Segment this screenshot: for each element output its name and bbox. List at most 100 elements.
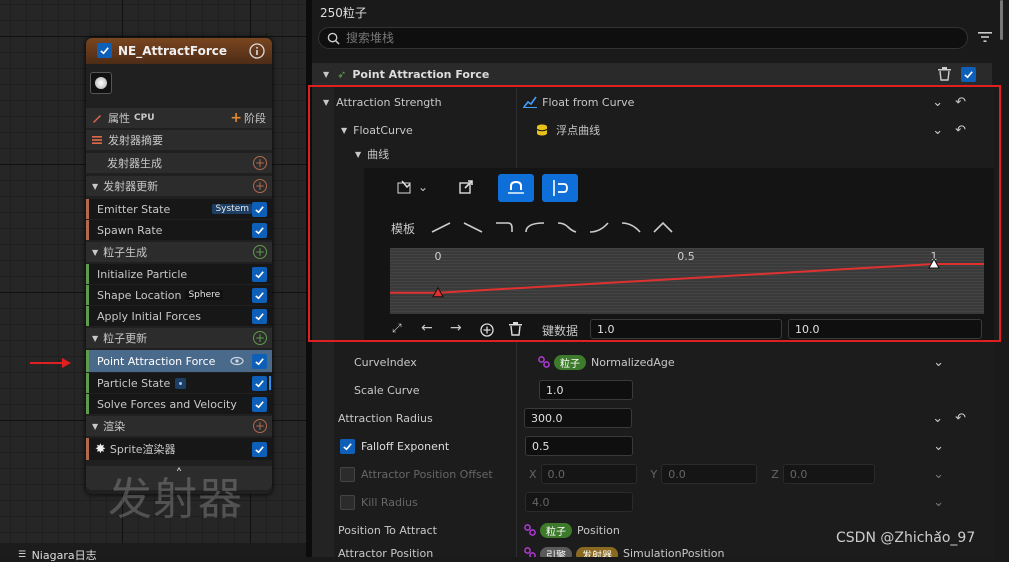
properties-label[interactable]: 属性 bbox=[103, 110, 130, 126]
attractor-offset-checkbox[interactable] bbox=[340, 466, 355, 482]
module-enable-checkbox[interactable] bbox=[252, 308, 267, 324]
collapse-arrow-icon[interactable]: ▼ bbox=[323, 70, 329, 79]
offset-y-field[interactable]: 0.0 bbox=[661, 464, 758, 484]
eye-icon[interactable] bbox=[230, 356, 244, 366]
panel-scrollbar[interactable] bbox=[1000, 0, 1003, 40]
stack-search-box[interactable] bbox=[318, 27, 968, 49]
emitter-enable-checkbox[interactable] bbox=[97, 43, 112, 58]
chevron-down-icon[interactable]: ⌄ bbox=[933, 467, 944, 482]
delete-key-icon[interactable] bbox=[509, 322, 522, 336]
sprite-renderer[interactable]: Sprite渲染器 bbox=[106, 441, 252, 457]
section-particle-update[interactable]: 粒子更新 bbox=[98, 330, 253, 346]
search-input[interactable] bbox=[346, 31, 946, 45]
position-to-attract-value[interactable]: Position bbox=[577, 524, 620, 537]
chevron-down-icon[interactable]: ⌄ bbox=[933, 495, 944, 510]
key-data-label: 键数据 bbox=[542, 324, 579, 338]
add-key-icon[interactable] bbox=[480, 323, 494, 337]
module-enable-checkbox[interactable] bbox=[961, 66, 976, 82]
chevron-down-icon[interactable]: ⌄ bbox=[933, 355, 944, 370]
curve-index-value[interactable]: NormalizedAge bbox=[591, 356, 675, 369]
dynamic-input-value[interactable]: Float from Curve bbox=[542, 96, 634, 109]
add-module-icon[interactable]: + bbox=[253, 331, 267, 345]
attractor-position-value[interactable]: SimulationPosition bbox=[623, 547, 724, 557]
module-enable-checkbox[interactable] bbox=[252, 375, 267, 391]
module-shape-location[interactable]: Shape Location bbox=[89, 289, 181, 302]
module-initialize-particle[interactable]: Initialize Particle bbox=[89, 268, 252, 281]
reset-icon[interactable]: ↶ bbox=[955, 95, 966, 110]
chevron-down-icon[interactable]: ⌄ bbox=[932, 123, 943, 138]
collapse-arrow-icon[interactable]: ▼ bbox=[341, 126, 347, 135]
collapse-arrow-icon[interactable]: ▼ bbox=[86, 248, 98, 257]
curve-templates[interactable] bbox=[430, 220, 680, 234]
module-apply-initial-forces[interactable]: Apply Initial Forces bbox=[89, 310, 252, 323]
tangent-dropdown[interactable]: ⌄ bbox=[396, 174, 446, 200]
key-value-field[interactable]: 10.0 bbox=[788, 319, 982, 339]
add-module-icon[interactable]: + bbox=[253, 245, 267, 259]
reset-icon[interactable]: ↶ bbox=[955, 123, 966, 138]
section-particle-spawn[interactable]: 粒子生成 bbox=[98, 244, 253, 260]
module-enable-checkbox[interactable] bbox=[252, 222, 267, 238]
list-icon: ☰ bbox=[18, 550, 27, 560]
section-emitter-update[interactable]: 发射器更新 bbox=[98, 178, 253, 194]
section-emitter-spawn[interactable]: 发射器生成 bbox=[86, 155, 253, 171]
falloff-exponent-checkbox[interactable] bbox=[340, 438, 355, 454]
key-time-field[interactable]: 1.0 bbox=[590, 319, 782, 339]
emitter-summary[interactable]: 发射器摘要 bbox=[103, 132, 163, 148]
curve-plot[interactable]: 0 0.5 1 bbox=[390, 248, 984, 314]
kill-radius-field[interactable]: 4.0 bbox=[525, 492, 633, 512]
node-graph-canvas[interactable]: NE_AttractForce 属性 CPU + 阶段 发射器摘要 发射器生成 … bbox=[0, 0, 306, 562]
add-stage-icon[interactable]: + bbox=[230, 110, 242, 126]
kill-radius-checkbox[interactable] bbox=[340, 494, 355, 510]
kill-radius-row: Kill Radius 4.0 ⌄ bbox=[312, 488, 992, 516]
module-particle-state[interactable]: Particle State bbox=[89, 377, 170, 390]
filter-icon[interactable] bbox=[978, 31, 992, 43]
particle-sphere-icon bbox=[95, 77, 107, 89]
add-renderer-icon[interactable]: + bbox=[253, 419, 267, 433]
post-infinity-button[interactable] bbox=[542, 174, 578, 202]
module-enable-checkbox[interactable] bbox=[252, 266, 267, 282]
module-solve-forces[interactable]: Solve Forces and Velocity bbox=[89, 398, 252, 411]
renderer-enable-checkbox[interactable] bbox=[252, 441, 267, 457]
emitter-node[interactable]: NE_AttractForce 属性 CPU + 阶段 发射器摘要 发射器生成 … bbox=[86, 38, 272, 494]
add-stage-button[interactable]: 阶段 bbox=[242, 110, 272, 126]
template-ease-icon bbox=[525, 222, 545, 233]
chevron-down-icon[interactable]: ⌄ bbox=[933, 439, 944, 454]
module-header[interactable]: ▼ ➶ Point Attraction Force bbox=[312, 63, 992, 85]
chevron-down-icon[interactable]: ⌄ bbox=[932, 411, 943, 426]
info-icon[interactable] bbox=[249, 43, 265, 59]
module-enable-checkbox[interactable] bbox=[252, 396, 267, 412]
niagara-log-tab[interactable]: Niagara日志 bbox=[32, 549, 97, 562]
emitter-node-header[interactable]: NE_AttractForce bbox=[86, 38, 272, 64]
module-point-attraction-force[interactable]: Point Attraction Force bbox=[89, 355, 230, 368]
curve-editor: ⌄ 模板 0 0.5 1 ⤢ ← → 键数据 1.0 10.0 bbox=[364, 168, 994, 342]
reset-icon[interactable]: ↶ bbox=[955, 411, 966, 426]
collapse-arrow-icon[interactable]: ▼ bbox=[323, 98, 329, 107]
chevron-down-icon[interactable]: ⌄ bbox=[418, 180, 428, 194]
module-enable-checkbox[interactable] bbox=[252, 353, 267, 369]
collapse-arrow-icon[interactable]: ▼ bbox=[86, 182, 98, 191]
curve-graph[interactable]: 0 0.5 1 bbox=[390, 248, 984, 314]
fit-view-icon[interactable]: ⤢ bbox=[392, 321, 402, 336]
previous-key-icon[interactable]: ← bbox=[421, 320, 433, 336]
trash-icon[interactable] bbox=[938, 67, 951, 81]
open-external-icon[interactable] bbox=[459, 180, 473, 194]
module-spawn-rate[interactable]: Spawn Rate bbox=[89, 224, 252, 237]
module-enable-checkbox[interactable] bbox=[252, 287, 267, 303]
collapse-arrow-icon[interactable]: ▼ bbox=[86, 334, 98, 343]
falloff-exponent-field[interactable]: 0.5 bbox=[525, 436, 633, 456]
collapse-arrow-icon[interactable]: ▼ bbox=[86, 422, 98, 431]
module-enable-checkbox[interactable] bbox=[252, 201, 267, 217]
next-key-icon[interactable]: → bbox=[450, 320, 462, 336]
attraction-radius-field[interactable]: 300.0 bbox=[524, 408, 632, 428]
scale-curve-field[interactable]: 1.0 bbox=[539, 380, 633, 400]
chevron-down-icon[interactable]: ⌄ bbox=[932, 95, 943, 110]
add-module-icon[interactable]: + bbox=[253, 179, 267, 193]
section-render[interactable]: 渲染 bbox=[98, 418, 253, 434]
pre-infinity-button[interactable] bbox=[498, 174, 534, 202]
csdn-watermark: CSDN @Zhichao_97 bbox=[836, 530, 976, 546]
scale-curve-row: Scale Curve 1.0 bbox=[312, 376, 992, 404]
add-module-icon[interactable]: + bbox=[253, 156, 267, 170]
offset-z-field[interactable]: 0.0 bbox=[782, 464, 875, 484]
offset-x-field[interactable]: 0.0 bbox=[540, 464, 637, 484]
collapse-arrow-icon[interactable]: ▼ bbox=[355, 150, 361, 159]
